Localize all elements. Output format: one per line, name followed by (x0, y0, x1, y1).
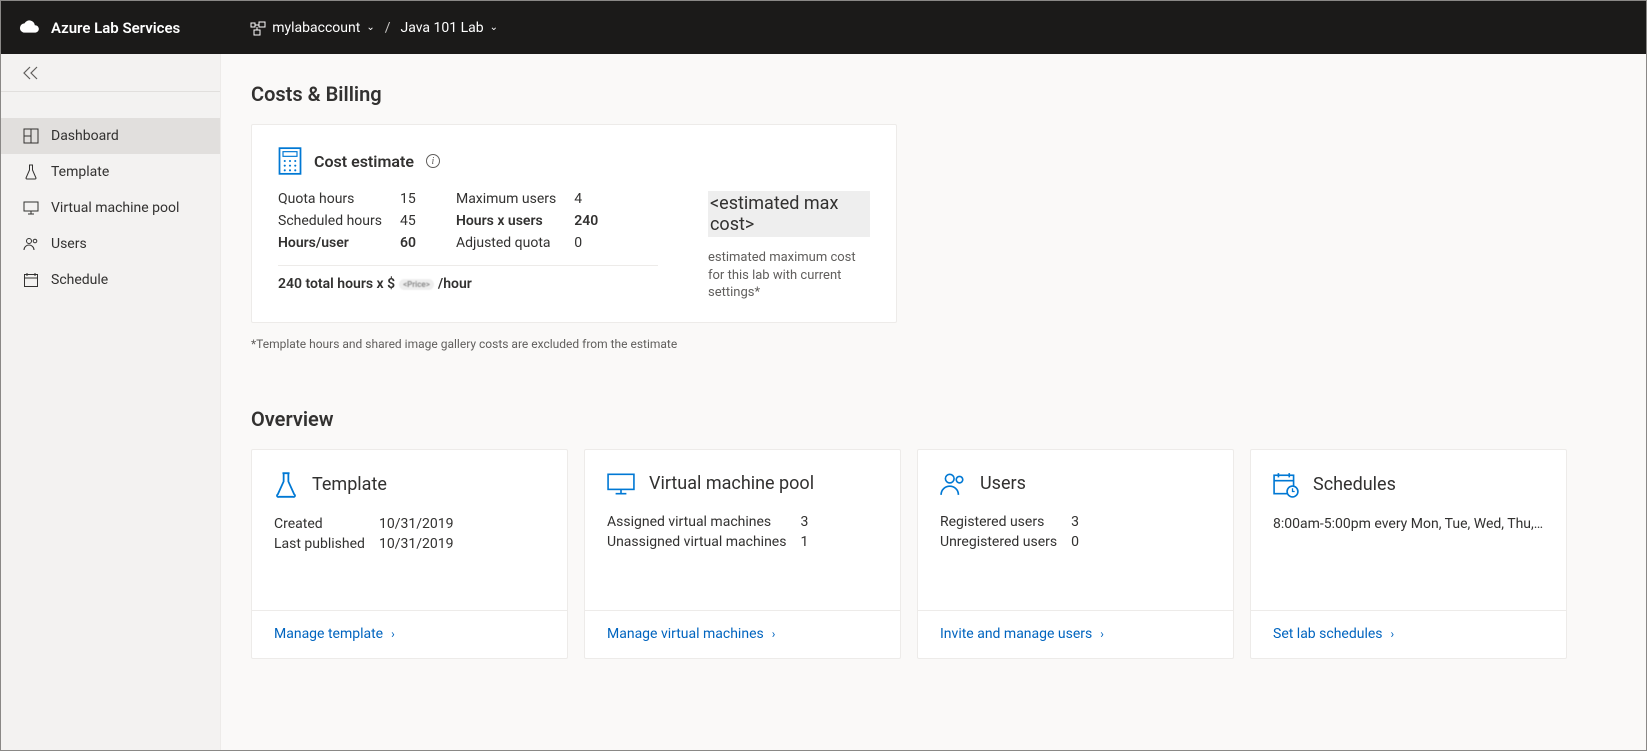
calculator-icon (278, 147, 302, 175)
sidebar-item-schedule[interactable]: Schedule (1, 262, 220, 298)
hours-x-users-label: Hours x users (456, 213, 556, 229)
azure-logo-icon (19, 19, 41, 37)
scheduled-hours-label: Scheduled hours (278, 213, 382, 229)
resource-icon (250, 20, 266, 36)
cost-formula: 240 total hours x $ <Price> /hour (278, 276, 658, 292)
hours-per-user-label: Hours/user (278, 235, 382, 251)
link-label: Set lab schedules (1273, 626, 1383, 642)
template-card-title: Template (312, 474, 387, 495)
link-label: Manage virtual machines (607, 626, 764, 642)
quota-hours-value: 15 (400, 191, 416, 207)
chevron-right-icon: › (1391, 627, 1395, 641)
scheduled-hours-value: 45 (400, 213, 416, 229)
hours-per-user-value: 60 (400, 235, 416, 251)
chevron-right-icon: › (772, 627, 776, 641)
breadcrumb-account[interactable]: mylabaccount ⌄ (250, 20, 374, 36)
sidebar-item-vmpool[interactable]: Virtual machine pool (1, 190, 220, 226)
collapse-sidebar-button[interactable] (1, 54, 220, 92)
sidebar-item-label: Dashboard (51, 128, 119, 144)
schedules-summary: 8:00am-5:00pm every Mon, Tue, Wed, Thu, … (1273, 516, 1544, 532)
breadcrumb-separator: / (385, 20, 391, 36)
users-icon (940, 472, 966, 496)
flask-icon (274, 472, 298, 498)
hours-x-users-value: 240 (574, 213, 598, 229)
brand-title: Azure Lab Services (51, 19, 180, 37)
breadcrumbs: mylabaccount ⌄ / Java 101 Lab ⌄ (250, 20, 498, 36)
cost-card-title: Cost estimate (314, 152, 414, 171)
unregistered-users-label: Unregistered users (940, 534, 1057, 550)
manage-users-link[interactable]: Invite and manage users › (940, 626, 1104, 642)
assigned-vm-value: 3 (800, 514, 808, 530)
sidebar-item-label: Users (51, 236, 87, 252)
chevron-right-icon: › (1100, 627, 1104, 641)
monitor-icon (607, 472, 635, 496)
sidebar-item-label: Virtual machine pool (51, 200, 179, 216)
estimated-max-cost-description: estimated maximum cost for this lab with… (708, 249, 870, 302)
cost-left-table: Quota hours 15 Scheduled hours 45 Hours/… (278, 191, 416, 251)
flask-icon (23, 164, 39, 180)
top-bar: Azure Lab Services mylabaccount ⌄ / Java… (1, 1, 1646, 54)
dashboard-icon (23, 128, 39, 144)
sidebar-item-dashboard[interactable]: Dashboard (1, 118, 220, 154)
adjusted-quota-value: 0 (574, 235, 598, 251)
estimated-max-cost-value: <estimated max cost> (708, 191, 870, 237)
chevron-double-left-icon (23, 66, 39, 80)
sidebar: Dashboard Template Virtual machine pool … (1, 54, 221, 750)
manage-template-link[interactable]: Manage template › (274, 626, 395, 642)
vmpool-card-title: Virtual machine pool (649, 473, 814, 494)
formula-prefix: 240 total hours x $ (278, 276, 395, 292)
overview-section-title: Overview (251, 407, 1616, 431)
overview-schedules-card: Schedules 8:00am-5:00pm every Mon, Tue, … (1250, 449, 1567, 659)
overview-vmpool-card: Virtual machine pool Assigned virtual ma… (584, 449, 901, 659)
brand: Azure Lab Services (19, 19, 180, 37)
breadcrumb-lab[interactable]: Java 101 Lab ⌄ (400, 20, 498, 36)
schedules-card-title: Schedules (1313, 474, 1396, 495)
sidebar-item-template[interactable]: Template (1, 154, 220, 190)
users-icon (23, 236, 39, 252)
breadcrumb-account-label: mylabaccount (272, 20, 360, 36)
main-content: Costs & Billing Cost estimate i Quota ho… (221, 54, 1646, 750)
max-users-value: 4 (574, 191, 598, 207)
info-icon[interactable]: i (426, 154, 440, 168)
chevron-down-icon: ⌄ (490, 22, 498, 33)
cost-estimate-card: Cost estimate i Quota hours 15 Scheduled… (251, 124, 897, 323)
formula-suffix: /hour (438, 276, 472, 292)
sidebar-item-label: Template (51, 164, 109, 180)
breadcrumb-lab-label: Java 101 Lab (400, 20, 483, 36)
registered-users-value: 3 (1071, 514, 1079, 530)
unregistered-users-value: 0 (1071, 534, 1079, 550)
template-created-value: 10/31/2019 (379, 516, 454, 532)
max-users-label: Maximum users (456, 191, 556, 207)
users-card-title: Users (980, 473, 1026, 494)
assigned-vm-label: Assigned virtual machines (607, 514, 786, 530)
sidebar-item-label: Schedule (51, 272, 108, 288)
template-created-label: Created (274, 516, 365, 532)
unassigned-vm-label: Unassigned virtual machines (607, 534, 786, 550)
link-label: Manage template (274, 626, 383, 642)
template-published-value: 10/31/2019 (379, 536, 454, 552)
template-published-label: Last published (274, 536, 365, 552)
calendar-icon (23, 272, 39, 288)
monitor-icon (23, 200, 39, 216)
formula-price: <Price> (399, 279, 434, 290)
cost-footnote: *Template hours and shared image gallery… (251, 337, 1616, 351)
unassigned-vm-value: 1 (800, 534, 808, 550)
overview-template-card: Template Created 10/31/2019 Last publish… (251, 449, 568, 659)
link-label: Invite and manage users (940, 626, 1092, 642)
set-schedules-link[interactable]: Set lab schedules › (1273, 626, 1394, 642)
sidebar-item-users[interactable]: Users (1, 226, 220, 262)
adjusted-quota-label: Adjusted quota (456, 235, 556, 251)
quota-hours-label: Quota hours (278, 191, 382, 207)
costs-section-title: Costs & Billing (251, 82, 1616, 106)
chevron-down-icon: ⌄ (366, 22, 374, 33)
registered-users-label: Registered users (940, 514, 1057, 530)
cost-right-table: Maximum users 4 Hours x users 240 Adjust… (456, 191, 598, 251)
manage-vms-link[interactable]: Manage virtual machines › (607, 626, 775, 642)
chevron-right-icon: › (391, 627, 395, 641)
overview-users-card: Users Registered users 3 Unregistered us… (917, 449, 1234, 659)
calendar-clock-icon (1273, 472, 1299, 498)
